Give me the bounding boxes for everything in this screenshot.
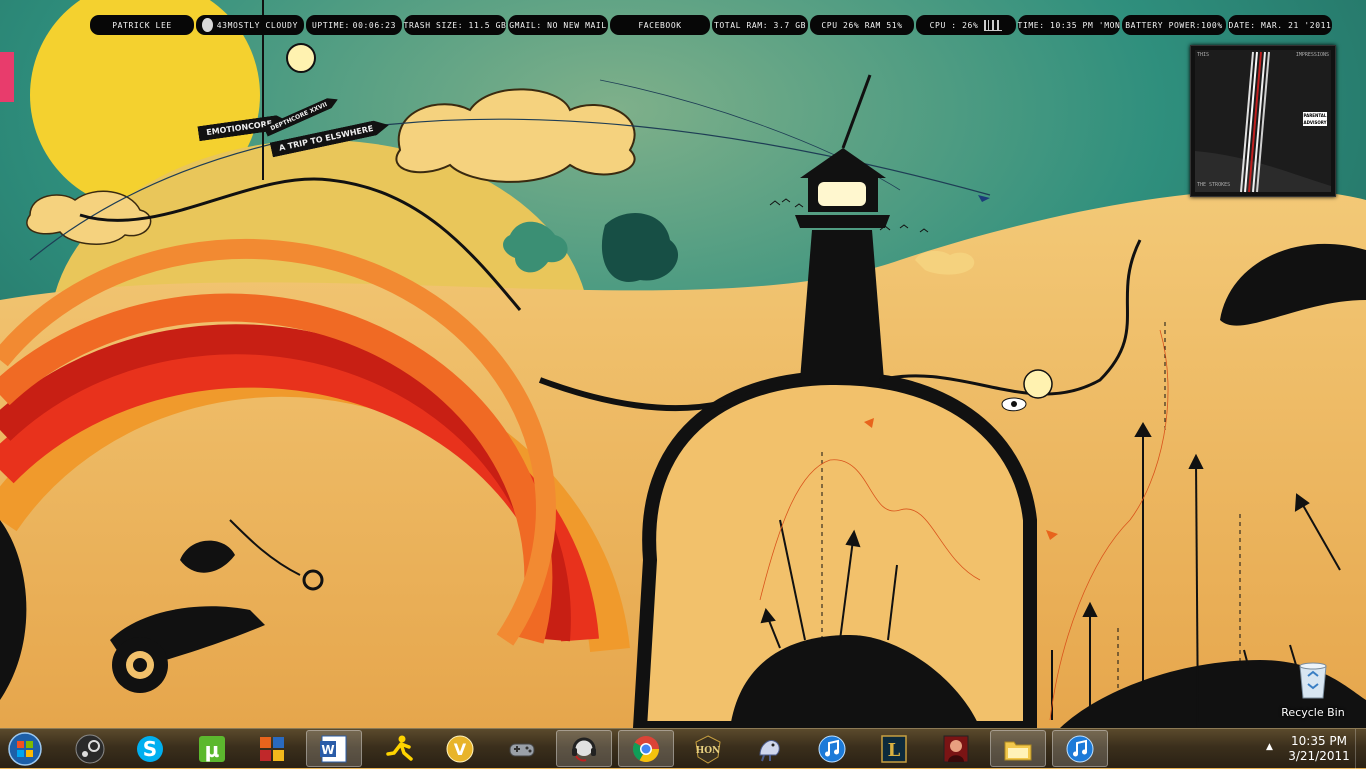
taskbar-itunes-button[interactable] — [804, 730, 860, 767]
svg-text:HON: HON — [696, 746, 721, 756]
desktop-wallpaper — [0, 0, 1366, 728]
taskbar-aim-button[interactable] — [372, 730, 428, 767]
taskbar-word-button[interactable]: W — [306, 730, 362, 767]
user-name: PATRICK LEE — [112, 20, 172, 30]
user-name-segment: PATRICK LEE — [90, 15, 194, 35]
weather-text: 43MOSTLY CLOUDY — [216, 20, 298, 30]
windows-taskbar: S µ W V HON L ▲ 10:35 PM 3/21/2011 — [0, 728, 1366, 769]
taskbar-controller-button[interactable] — [494, 730, 550, 767]
recycle-bin-desktop-icon[interactable]: Recycle Bin — [1278, 660, 1348, 719]
cpu-ram-text: CPU 26% RAM 51% — [821, 20, 903, 30]
show-desktop-button[interactable] — [1355, 729, 1366, 769]
album-band-name: THE STROKES — [1197, 182, 1231, 188]
taskbar-office-button[interactable] — [244, 730, 300, 767]
rainmeter-status-bar: PATRICK LEE 43MOSTLY CLOUDY UPTIME: 00:0… — [90, 15, 1342, 35]
time-segment: TIME: 10:35 PM 'MON — [1018, 15, 1120, 35]
taskbar-itunes-running-button[interactable] — [1052, 730, 1108, 767]
total-ram-text: TOTAL RAM: 3.7 GB — [713, 20, 807, 30]
cloud-icon — [202, 18, 213, 32]
uptime-value: 00:06:23 — [352, 20, 396, 30]
taskbar-steam-button[interactable] — [62, 730, 118, 767]
recycle-bin-label: Recycle Bin — [1281, 706, 1345, 719]
clock-date: 3/21/2011 — [1288, 749, 1350, 763]
office-icon — [260, 736, 284, 761]
svg-text:µ: µ — [205, 738, 220, 762]
taskbar-chrome-button[interactable] — [618, 730, 674, 767]
aim-running-man-icon — [386, 735, 413, 761]
game-character-icon — [943, 735, 969, 762]
taskbar-skype-button[interactable]: S — [122, 730, 178, 767]
now-playing-album-art[interactable]: THIS IMPRESSIONS THE STROKES PARENTAL AD… — [1190, 45, 1336, 197]
time-text: TIME: 10:35 PM 'MON — [1017, 20, 1121, 30]
cpu-graph-segment: CPU : 26% — [916, 15, 1016, 35]
svg-text:L: L — [888, 740, 901, 761]
date-segment: DATE: MAR. 21 '2011 — [1228, 15, 1332, 35]
taskbar-hon-button[interactable]: HON — [680, 730, 736, 767]
clock-time: 10:35 PM — [1291, 734, 1347, 748]
uptime-label: UPTIME: — [312, 20, 350, 30]
album-label-right: IMPRESSIONS — [1295, 52, 1329, 58]
word-icon: W — [320, 735, 347, 762]
battery-segment: BATTERY POWER:100% — [1122, 15, 1226, 35]
trash-size-segment[interactable]: TRASH SIZE: 11.5 GB — [404, 15, 506, 35]
skype-icon: S — [137, 735, 163, 762]
folder-icon — [1004, 741, 1032, 760]
svg-text:V: V — [454, 740, 467, 759]
taskbar-clock[interactable]: 10:35 PM 3/21/2011 — [1284, 734, 1354, 764]
taskbar-league-button[interactable]: L — [866, 730, 922, 767]
itunes-icon — [1066, 735, 1094, 762]
cpu-text: CPU : 26% — [929, 20, 979, 30]
total-ram-segment: TOTAL RAM: 3.7 GB — [712, 15, 808, 35]
date-text: DATE: MAR. 21 '2011 — [1228, 20, 1332, 30]
taskbar-ventrilo-button[interactable]: V — [432, 730, 488, 767]
cpu-ram-segment: CPU 26% RAM 51% — [810, 15, 914, 35]
itunes-icon — [818, 735, 846, 762]
cpu-graph-icon — [984, 19, 1003, 31]
uptime-segment: UPTIME: 00:06:23 — [306, 15, 402, 35]
battery-text: BATTERY POWER:100% — [1125, 20, 1223, 30]
taskbar-pidgin-button[interactable] — [742, 730, 798, 767]
taskbar-utorrent-button[interactable]: µ — [184, 730, 240, 767]
facebook-link[interactable]: FACEBOOK — [638, 21, 681, 30]
svg-text:W: W — [321, 743, 334, 757]
taskbar-headset-button[interactable] — [556, 730, 612, 767]
parental-advisory-label: PARENTAL ADVISORY — [1303, 112, 1327, 126]
trash-size-text: TRASH SIZE: 11.5 GB — [403, 20, 507, 30]
weather-segment[interactable]: 43MOSTLY CLOUDY — [196, 15, 304, 35]
svg-text:S: S — [143, 737, 157, 761]
steam-icon — [75, 734, 105, 763]
chrome-icon — [632, 735, 660, 762]
show-hidden-icons-arrow-icon[interactable]: ▲ — [1266, 742, 1273, 752]
ventrilo-icon: V — [446, 735, 474, 762]
league-of-legends-icon: L — [881, 734, 907, 763]
recycle-bin-icon — [1299, 662, 1327, 699]
facebook-segment[interactable]: FACEBOOK — [610, 15, 710, 35]
heroes-of-newerth-icon: HON — [695, 734, 721, 764]
taskbar-explorer-button[interactable] — [990, 730, 1046, 767]
gmail-text: GMAIL: NO NEW MAIL — [509, 20, 607, 30]
start-button[interactable] — [6, 731, 44, 767]
album-label-left: THIS — [1197, 52, 1210, 58]
gmail-segment[interactable]: GMAIL: NO NEW MAIL — [508, 15, 608, 35]
pidgin-bird-icon — [759, 739, 780, 761]
utorrent-icon: µ — [199, 735, 225, 762]
game-controller-icon — [509, 743, 535, 756]
headset-icon — [572, 737, 596, 761]
taskbar-game-client-button[interactable] — [928, 730, 984, 767]
